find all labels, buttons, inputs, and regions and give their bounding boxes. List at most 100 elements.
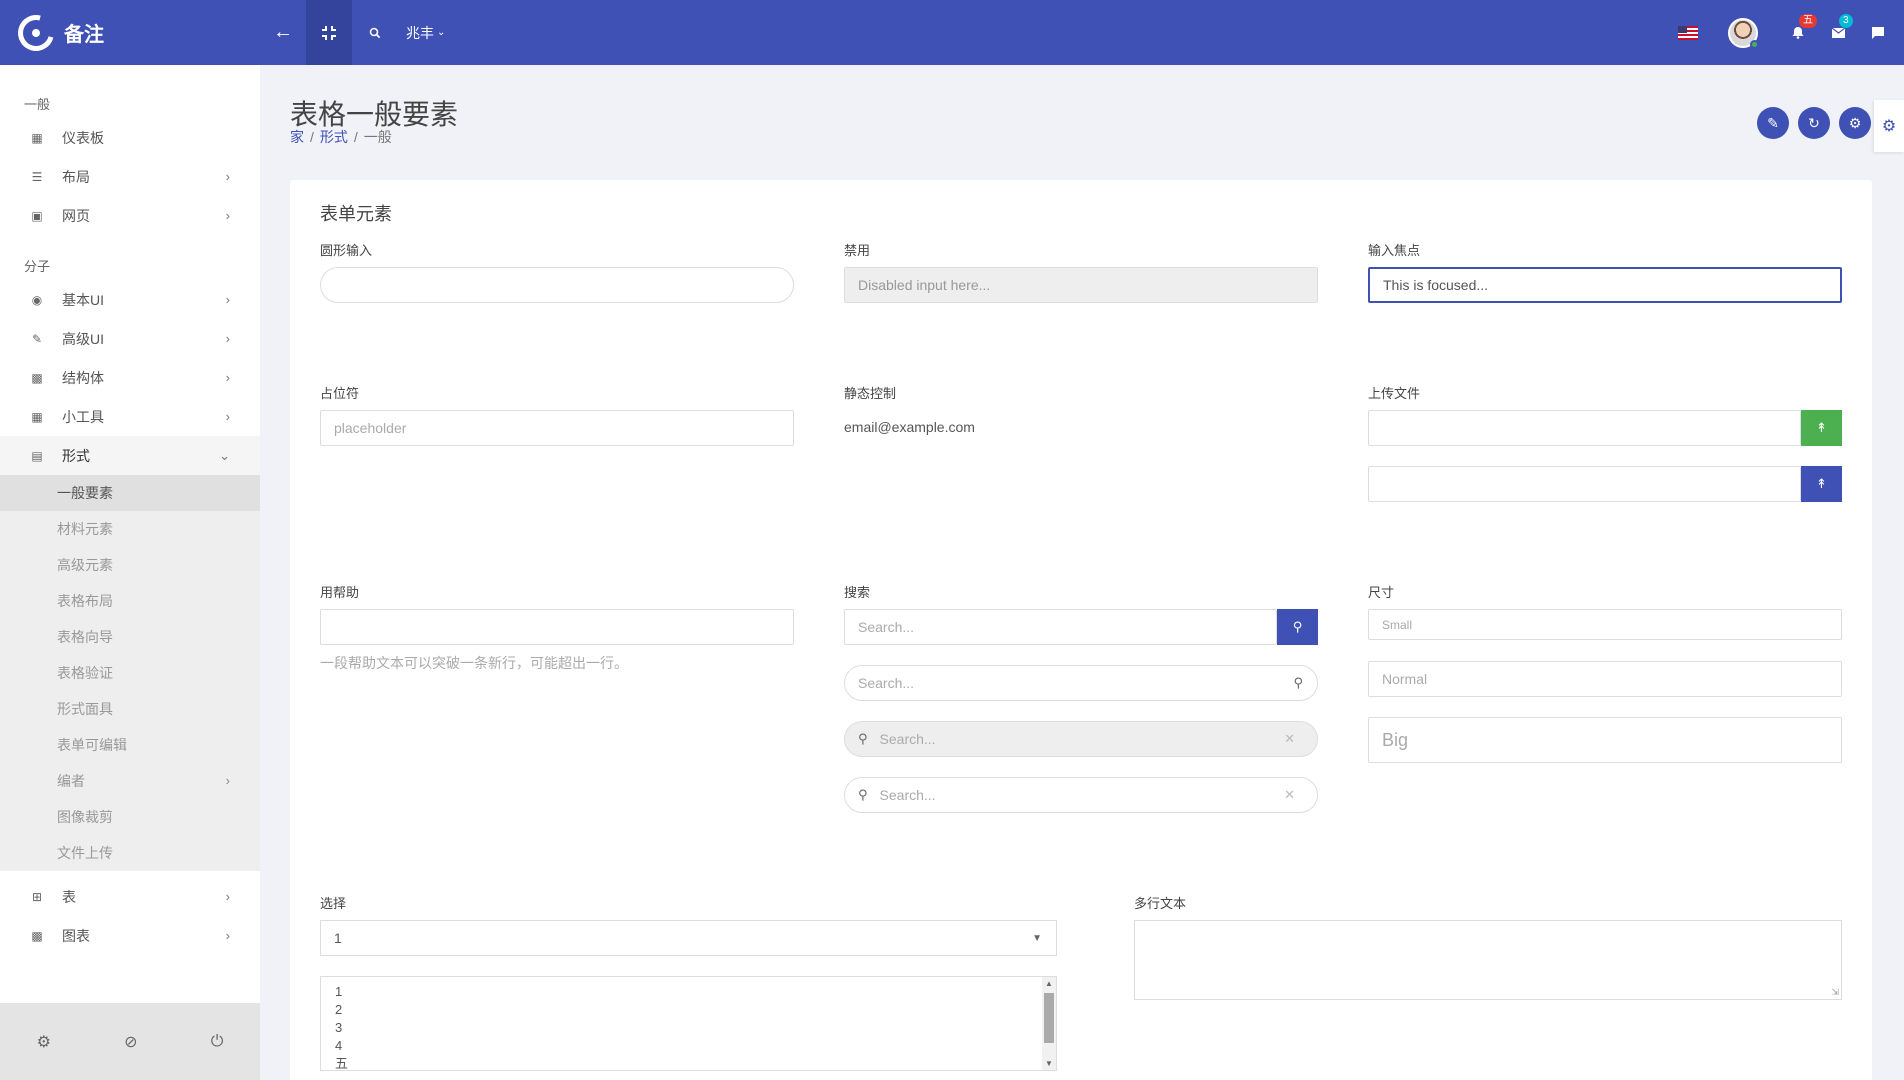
settings-gear-icon[interactable]: ⚙ xyxy=(37,1032,51,1052)
search-input-2[interactable]: Search... ⚲ xyxy=(844,665,1318,701)
upload-icon: ↟ xyxy=(1816,420,1827,435)
submenu-item-advanced-elements[interactable]: 高级元素 xyxy=(0,547,260,583)
submenu-item-label: 编者 xyxy=(57,773,85,789)
search-placeholder: Search... xyxy=(858,675,915,691)
search-input-1[interactable]: Search... xyxy=(844,609,1277,645)
round-input[interactable] xyxy=(320,267,794,303)
submenu-item-general-elements[interactable]: 一般要素 xyxy=(0,475,260,511)
mail-icon xyxy=(1831,27,1845,38)
clear-icon[interactable]: ✕ xyxy=(1284,787,1295,803)
form-elements-card: 表单元素 圆形输入 禁用 Disabled input here... 输入焦点… xyxy=(290,180,1872,1080)
listbox-scrollbar[interactable]: ▲ ▼ xyxy=(1042,977,1056,1070)
brush-icon: ✎ xyxy=(31,331,43,346)
upload-button-green[interactable]: ↟ xyxy=(1801,410,1842,446)
select-option[interactable]: 五 xyxy=(335,1055,1042,1070)
resize-handle-icon[interactable]: ⇲ xyxy=(1831,987,1839,998)
scrollbar-thumb[interactable] xyxy=(1044,993,1054,1043)
sidebar-item-charts[interactable]: ▩ 图表 › xyxy=(0,916,260,955)
sidebar-item-label: 表 xyxy=(62,888,76,905)
search-submit-button[interactable]: ⚲ xyxy=(1277,609,1318,645)
power-icon[interactable]: ⏻ xyxy=(211,1033,224,1051)
disabled-input: Disabled input here... xyxy=(844,267,1318,303)
disabled-placeholder: Disabled input here... xyxy=(858,277,991,293)
select-option[interactable]: 4 xyxy=(335,1037,1042,1055)
submenu-item-form-wizard[interactable]: 表格向导 xyxy=(0,619,260,655)
clear-icon[interactable]: ✕ xyxy=(1284,731,1295,747)
sidebar-item-widgets[interactable]: ▦ 小工具 › xyxy=(0,397,260,436)
sidebar-footer: ⚙ ⊘ ⏻ xyxy=(0,1003,260,1080)
submenu-item-form-validation[interactable]: 表格验证 xyxy=(0,655,260,691)
chart-icon: ▩ xyxy=(31,928,43,943)
chevron-right-icon: › xyxy=(225,889,230,904)
search-label: 搜索 xyxy=(844,585,871,600)
sidebar-item-forms[interactable]: ▤ 形式 ⌄ xyxy=(0,436,260,475)
avatar[interactable] xyxy=(1728,17,1759,49)
brand[interactable]: 备注 xyxy=(0,0,260,65)
language-dropdown[interactable]: 兆丰 ⌄ xyxy=(406,23,445,43)
placeholder-input[interactable]: placeholder xyxy=(320,410,794,446)
big-input[interactable]: Big xyxy=(1368,717,1842,763)
sidebar-item-structures[interactable]: ▩ 结构体 › xyxy=(0,358,260,397)
layout-icon: ☰ xyxy=(31,169,43,184)
select-option[interactable]: 3 xyxy=(335,1019,1042,1037)
submenu-item-editors[interactable]: 编者 › xyxy=(0,763,260,799)
eye-off-icon[interactable]: ⊘ xyxy=(124,1032,137,1052)
edit-button[interactable]: ✎ xyxy=(1757,107,1789,139)
sidebar-item-advanced-ui[interactable]: ✎ 高级UI › xyxy=(0,319,260,358)
search-placeholder: Search... xyxy=(879,731,936,747)
static-control-value: email@example.com xyxy=(844,419,975,435)
submenu-item-form-editable[interactable]: 表单可编辑 xyxy=(0,727,260,763)
compress-button[interactable] xyxy=(306,0,352,65)
multi-select-list[interactable]: 1 2 3 4 五 ▲ ▼ xyxy=(320,976,1057,1071)
sidebar-item-layout[interactable]: ☰ 布局 › xyxy=(0,157,260,196)
upload-button-blue[interactable]: ↟ xyxy=(1801,466,1842,502)
breadcrumb-forms[interactable]: 形式 xyxy=(320,129,348,145)
focused-input-value: This is focused... xyxy=(1383,277,1489,293)
sidebar-item-basic-ui[interactable]: ◉ 基本UI › xyxy=(0,280,260,319)
select-option[interactable]: 1 xyxy=(335,983,1042,1001)
compress-icon xyxy=(322,25,336,40)
focused-input[interactable]: This is focused... xyxy=(1368,267,1842,303)
notifications-button[interactable]: 五 xyxy=(1778,0,1818,65)
us-flag-icon[interactable] xyxy=(1678,25,1698,40)
chevron-right-icon: › xyxy=(225,331,230,346)
scroll-down-icon[interactable]: ▼ xyxy=(1042,1059,1056,1068)
sidebar-item-label: 仪表板 xyxy=(62,129,104,146)
messages-button[interactable]: 3 xyxy=(1818,0,1858,65)
round-input-label: 圆形输入 xyxy=(320,243,373,258)
upload-file-input[interactable] xyxy=(1368,410,1801,446)
search-button[interactable] xyxy=(352,0,398,65)
upload-file-input-2[interactable] xyxy=(1368,466,1801,502)
single-select[interactable]: 1 ▼ xyxy=(320,920,1057,956)
dashboard-icon: ▦ xyxy=(31,130,43,145)
submenu-item-form-layout[interactable]: 表格布局 xyxy=(0,583,260,619)
multiline-textarea[interactable]: ⇲ xyxy=(1134,920,1842,1000)
back-arrow-button[interactable]: ← xyxy=(260,0,306,65)
gear-icon: ⚙ xyxy=(1881,118,1897,135)
chevron-right-icon: › xyxy=(225,208,230,223)
sidebar-item-tables[interactable]: ⊞ 表 › xyxy=(0,877,260,916)
normal-input[interactable]: Normal xyxy=(1368,661,1842,697)
submenu-item-material-elements[interactable]: 材料元素 xyxy=(0,511,260,547)
select-option[interactable]: 2 xyxy=(335,1001,1042,1019)
chevron-right-icon: › xyxy=(225,409,230,424)
breadcrumb-home[interactable]: 家 xyxy=(290,129,304,145)
search-icon: ⚲ xyxy=(1292,619,1303,634)
sidebar-item-dashboard[interactable]: ▦ 仪表板 xyxy=(0,118,260,157)
theme-settings-tab[interactable]: ⚙ xyxy=(1874,100,1904,152)
placeholder-text: placeholder xyxy=(334,420,407,436)
sidebar-item-label: 高级UI xyxy=(62,330,104,347)
submenu-item-image-crop[interactable]: 图像裁剪 xyxy=(0,799,260,835)
scroll-up-icon[interactable]: ▲ xyxy=(1042,979,1056,988)
small-input[interactable]: Small xyxy=(1368,609,1842,640)
sidebar-item-pages[interactable]: ▣ 网页 › xyxy=(0,196,260,235)
search-input-4[interactable]: ⚲ Search... ✕ xyxy=(844,777,1318,813)
chat-button[interactable] xyxy=(1858,0,1898,65)
help-input[interactable] xyxy=(320,609,794,645)
search-input-3[interactable]: ⚲ Search... ✕ xyxy=(844,721,1318,757)
submenu-item-file-upload[interactable]: 文件上传 xyxy=(0,835,260,871)
refresh-button[interactable]: ↻ xyxy=(1798,107,1830,139)
submenu-item-form-masks[interactable]: 形式面具 xyxy=(0,691,260,727)
bell-icon xyxy=(1792,27,1804,39)
settings-button[interactable]: ⚙ xyxy=(1839,107,1871,139)
